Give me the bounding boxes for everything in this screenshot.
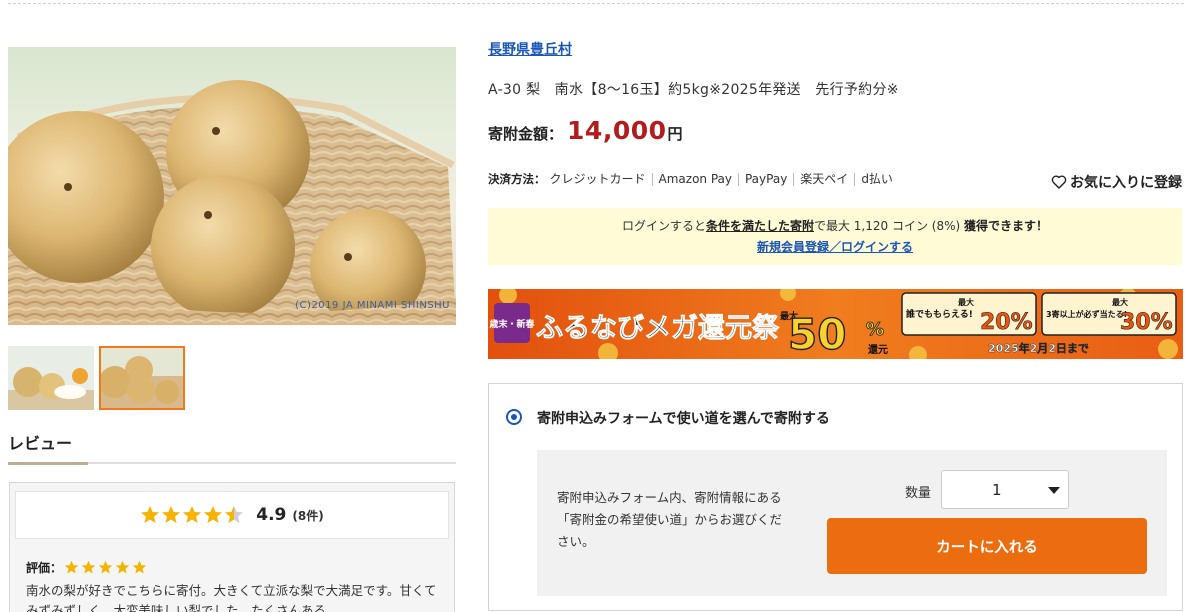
rating-score: 4.9: [256, 505, 287, 525]
top-divider: [8, 3, 1184, 4]
banner-return-label: 還元: [868, 343, 888, 356]
banner-box1-percent: 20%: [980, 310, 1033, 335]
thumbnail-2[interactable]: [99, 346, 185, 410]
banner-percent-sign: %: [866, 319, 884, 340]
banner-box2-text: 3寄以上が必ず当たる!: [1046, 309, 1127, 319]
login-notice-middle: で最大 1,120 コイン (8%): [813, 219, 961, 233]
quantity-value: 1: [992, 481, 1002, 499]
login-notice-prefix: ログインすると: [621, 219, 706, 233]
banner-tag: 歳末・新春: [488, 318, 535, 330]
banner-box2-max: 最大: [1112, 297, 1128, 307]
review-text: 南水の梨が好きでこちらに寄付。大きくて立派な梨で大満足です。甘くてみずみずしく、…: [26, 583, 437, 612]
conditions-link[interactable]: 条件を満たした寄附: [706, 219, 814, 233]
donation-form-description: 寄附申込みフォーム内、寄附情報にある「寄附金の希望使い道」からお選びください。: [557, 490, 783, 549]
review-panel: 4.9 (8件) 評価： 南水の梨が好きでこちらに寄付。大きくて立派な梨で大満足…: [9, 482, 455, 612]
price-colon: ：: [548, 125, 564, 143]
chevron-down-icon: [1048, 487, 1060, 494]
banner-box2-percent: 30%: [1120, 310, 1173, 335]
municipality-link[interactable]: 長野県豊丘村: [488, 39, 572, 59]
campaign-banner[interactable]: 歳末・新春 ふるなびメガ還元祭 最大 50 % 還元 誰でももらえる! 最大 2…: [488, 289, 1183, 359]
star-icon: [81, 560, 96, 574]
quantity-label: 数量: [905, 486, 932, 501]
heart-icon: [1051, 175, 1067, 189]
main-product-image[interactable]: (C)2019 JA MINAMI SHINSHU: [8, 47, 456, 325]
image-copyright: (C)2019 JA MINAMI SHINSHU: [295, 300, 450, 311]
star-icon: [98, 560, 113, 574]
star-icon: [162, 506, 181, 523]
star-icon: [132, 560, 147, 574]
banner-box1-text: 誰でももらえる!: [906, 308, 973, 320]
star-icon: [141, 506, 160, 523]
favorite-label: お気に入りに登録: [1070, 175, 1182, 191]
review-heading: レビュー: [8, 434, 73, 453]
rating-count: (8件): [292, 508, 324, 523]
half-star-icon: [225, 506, 244, 523]
review-divider-accent: [8, 462, 88, 465]
payment-method: d払い: [854, 172, 899, 186]
donation-amount: 寄附金額 ： 14,000 円: [488, 116, 683, 145]
payment-method: 楽天ペイ: [793, 172, 854, 186]
banner-date: 2025年2月2日まで: [988, 341, 1089, 355]
product-title: A-30 梨 南水【8～16玉】約5kg※2025年発送 先行予約分※: [488, 82, 899, 98]
star-icon: [115, 560, 130, 574]
price-label: 寄附金額: [488, 125, 549, 143]
donation-form-option-title[interactable]: 寄附申込みフォームで使い道を選んで寄附する: [537, 408, 830, 428]
login-notice-text: ログインすると条件を満たした寄附で最大 1,120 コイン (8%) 獲得できま…: [488, 217, 1182, 234]
donation-form-body: 寄附申込みフォーム内、寄附情報にある「寄附金の希望使い道」からお選びください。 …: [537, 450, 1167, 596]
review-evaluation: 評価：: [26, 559, 147, 576]
rating-stars: [140, 505, 244, 525]
quantity-select[interactable]: 1: [941, 470, 1069, 509]
banner-percent: 50: [788, 310, 846, 359]
price-unit: 円: [667, 125, 683, 143]
star-icon: [204, 506, 223, 523]
login-notice: ログインすると条件を満たした寄附で最大 1,120 コイン (8%) 獲得できま…: [488, 208, 1182, 265]
price-amount: 14,000: [567, 116, 667, 145]
star-icon: [64, 560, 79, 574]
banner-main-title: ふるなびメガ還元祭: [536, 312, 780, 344]
add-to-cart-button[interactable]: カートに入れる: [827, 518, 1147, 574]
favorite-button[interactable]: お気に入りに登録: [1051, 172, 1182, 192]
login-notice-suffix: 獲得できます！: [964, 219, 1049, 233]
star-icon: [183, 506, 202, 523]
payment-method: Amazon Pay: [651, 172, 738, 186]
payment-method: PayPay: [737, 172, 793, 186]
payment-method: クレジットカード: [549, 171, 646, 186]
donation-form-panel: 寄附申込みフォームで使い道を選んで寄附する 寄附申込みフォーム内、寄附情報にある…: [488, 383, 1183, 611]
register-login-link[interactable]: 新規会員登録／ログインする: [488, 238, 1182, 255]
donation-form-radio[interactable]: [506, 409, 522, 425]
thumbnail-strip: [8, 346, 185, 410]
payment-label: 決済方法：: [488, 172, 546, 186]
payment-methods: 決済方法： クレジットカード Amazon Pay PayPay 楽天ペイ d払…: [488, 171, 899, 187]
thumbnail-1[interactable]: [8, 346, 94, 410]
evaluation-label: 評価：: [26, 561, 63, 575]
rating-summary: 4.9 (8件): [15, 491, 449, 539]
banner-box1-max: 最大: [958, 297, 974, 307]
